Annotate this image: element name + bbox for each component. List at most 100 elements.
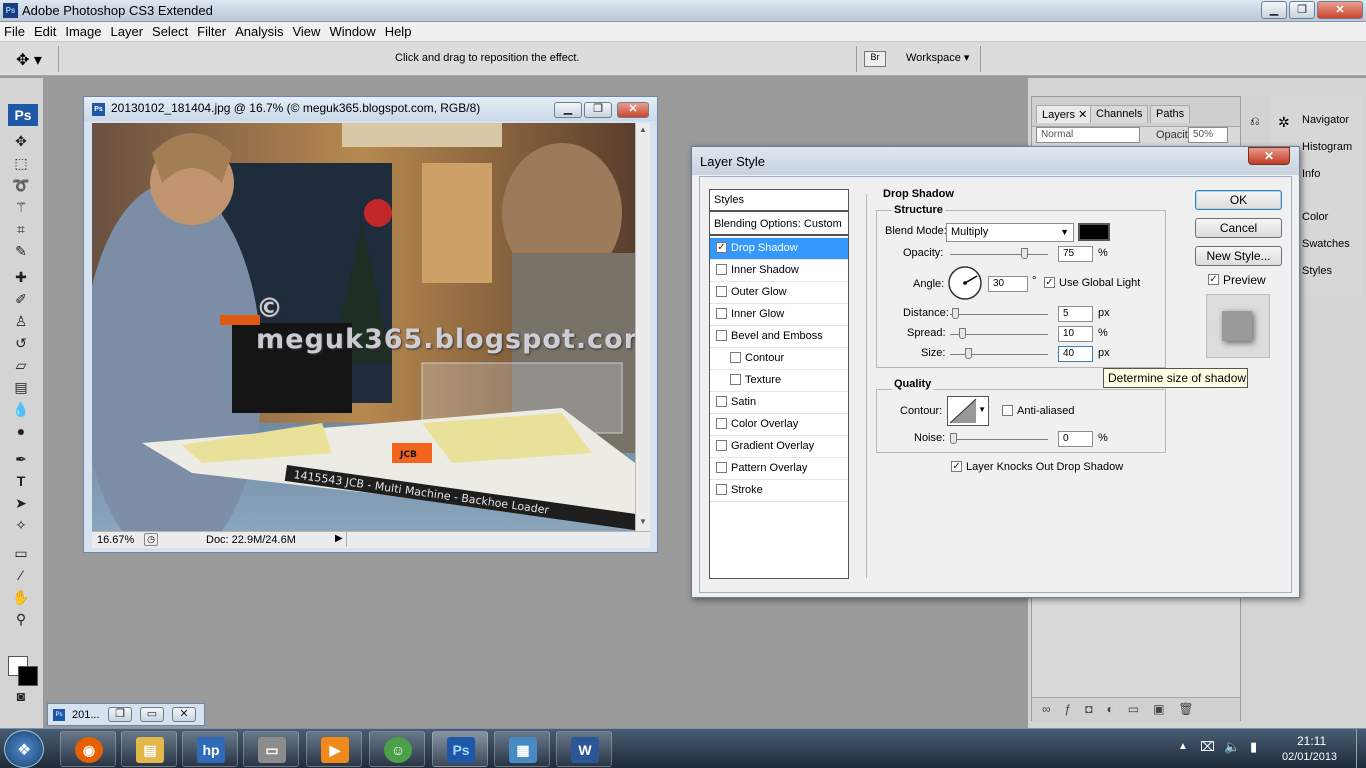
checkbox-empty-icon[interactable] [730, 351, 741, 363]
checkbox-empty-icon[interactable] [716, 439, 727, 451]
eyedropper-tool-icon[interactable]: ✎ [10, 241, 32, 261]
move-tool-preset-icon[interactable]: ✥ ▾ [16, 50, 42, 70]
start-button[interactable]: ❖ [4, 730, 44, 768]
use-global-light-checkbox[interactable]: ✓ Use Global Light [1044, 276, 1140, 289]
show-hidden-icons[interactable]: ▲ [1178, 741, 1188, 752]
foreground-color-swatch[interactable] [18, 666, 38, 686]
menu-layer[interactable]: Layer [107, 22, 148, 39]
blur-tool-icon[interactable]: 💧 [10, 399, 32, 419]
angle-field[interactable]: 30 [988, 276, 1028, 292]
panel-styles[interactable]: Styles [1302, 265, 1332, 277]
minimize-button[interactable]: ▁ [1261, 1, 1287, 19]
style-item-inner-shadow[interactable]: Inner Shadow [710, 260, 848, 282]
menu-window[interactable]: Window [325, 22, 379, 39]
opacity-field[interactable]: 75 [1058, 246, 1093, 262]
shape-tool-icon[interactable]: ✧ [10, 515, 32, 535]
move-tool-icon[interactable]: ✥ [10, 131, 32, 151]
style-item-texture[interactable]: Texture [710, 370, 848, 392]
layer-opacity-field[interactable]: 50% [1188, 127, 1228, 143]
blending-options[interactable]: Blending Options: Custom [710, 214, 848, 236]
quick-mask-icon[interactable]: ◙ [10, 686, 32, 706]
new-style-button[interactable]: New Style... [1195, 246, 1282, 266]
volume-icon[interactable]: 🔈 [1224, 739, 1240, 755]
menu-edit[interactable]: Edit [30, 22, 60, 39]
opacity-slider-knob[interactable] [1020, 248, 1028, 259]
menu-select[interactable]: Select [148, 22, 192, 39]
style-item-satin[interactable]: Satin [710, 392, 848, 414]
minimized-document[interactable]: Ps 201... ❐ ▭ ✕ [47, 703, 205, 726]
angle-dial[interactable] [947, 265, 983, 301]
zoom-tool-icon[interactable]: ⚲ [10, 609, 32, 629]
style-item-stroke[interactable]: Stroke [710, 480, 848, 502]
notes-tool-icon[interactable]: ▭ [10, 543, 32, 563]
taskbar-word[interactable]: W [556, 731, 612, 767]
panel-color[interactable]: Color [1302, 211, 1328, 223]
gradient-tool-icon[interactable]: ▤ [10, 377, 32, 397]
menu-filter[interactable]: Filter [193, 22, 230, 39]
knocks-out-checkbox[interactable]: ✓ Layer Knocks Out Drop Shadow [951, 460, 1123, 473]
brush-tool-icon[interactable]: ✐ [10, 289, 32, 309]
preview-checkbox[interactable]: ✓ Preview [1208, 273, 1266, 287]
noise-field[interactable]: 0 [1058, 431, 1093, 447]
cancel-button[interactable]: Cancel [1195, 218, 1282, 238]
checkbox-empty-icon[interactable] [716, 307, 727, 319]
tray-device-icon[interactable]: ⌧ [1200, 739, 1215, 755]
style-item-contour[interactable]: Contour [710, 348, 848, 370]
type-tool-icon[interactable]: T [10, 471, 32, 491]
contour-picker[interactable]: ▼ [947, 396, 989, 426]
checkbox-empty-icon[interactable] [716, 329, 727, 341]
taskbar-hp[interactable]: hp [182, 731, 238, 767]
menu-analysis[interactable]: Analysis [231, 22, 287, 39]
style-item-bevel-and-emboss[interactable]: Bevel and Emboss [710, 326, 848, 348]
checkbox-empty-icon[interactable] [716, 395, 727, 407]
checkbox-empty-icon[interactable] [716, 417, 727, 429]
magic-wand-icon[interactable]: ⚚ [10, 197, 32, 217]
layer-blend-mode-select[interactable]: Normal [1036, 127, 1140, 143]
distance-field[interactable]: 5 [1058, 306, 1093, 322]
distance-slider[interactable] [950, 314, 1048, 315]
ok-button[interactable]: OK [1195, 190, 1282, 210]
spread-field[interactable]: 10 [1058, 326, 1093, 342]
checkbox-empty-icon[interactable] [716, 483, 727, 495]
doc-minimize-button[interactable]: ▁ [554, 102, 582, 118]
panel-histogram[interactable]: Histogram [1302, 141, 1352, 153]
mini-close-button[interactable]: ✕ [172, 707, 196, 722]
menu-image[interactable]: Image [61, 22, 105, 39]
doc-close-button[interactable]: ✕ [617, 102, 649, 118]
layers-footer-icons[interactable]: ∞ƒ◘◐▭▣🗑 [1032, 697, 1240, 721]
style-item-inner-glow[interactable]: Inner Glow [710, 304, 848, 326]
check-icon[interactable]: ✓ [716, 241, 727, 253]
checkbox-empty-icon[interactable] [716, 263, 727, 275]
healing-brush-icon[interactable]: ✚ [10, 267, 32, 287]
menu-help[interactable]: Help [381, 22, 416, 39]
marquee-tool-icon[interactable]: ⬚ [10, 153, 32, 173]
eraser-tool-icon[interactable]: ▱ [10, 355, 32, 375]
history-brush-icon[interactable]: ↺ [10, 333, 32, 353]
lasso-tool-icon[interactable]: ➰ [10, 175, 32, 195]
history-panel-icon[interactable]: ⎌ [1250, 114, 1260, 129]
taskbar-app[interactable]: ▭ [243, 731, 299, 767]
checkbox-empty-icon[interactable] [716, 461, 727, 473]
dialog-close-button[interactable]: ✕ [1248, 147, 1290, 165]
distance-slider-knob[interactable] [951, 308, 959, 319]
menu-view[interactable]: View [288, 22, 324, 39]
taskbar-firefox[interactable]: ◉ [60, 731, 116, 767]
style-item-pattern-overlay[interactable]: Pattern Overlay [710, 458, 848, 480]
style-item-color-overlay[interactable]: Color Overlay [710, 414, 848, 436]
image-canvas[interactable]: JCB 1415543 JCB - Multi Machine - Backho… [92, 123, 635, 531]
clock-date[interactable]: 02/01/2013 [1282, 751, 1337, 763]
document-vertical-scrollbar[interactable]: ▲ ▼ [635, 123, 650, 531]
menu-file[interactable]: File [0, 22, 29, 39]
hand-tool-icon[interactable]: ✋ [10, 587, 32, 607]
shadow-color-swatch[interactable] [1078, 223, 1110, 241]
style-item-drop-shadow[interactable]: ✓ Drop Shadow [710, 238, 848, 260]
taskbar-messenger[interactable]: ☺ [369, 731, 425, 767]
tab-paths[interactable]: Paths [1150, 105, 1191, 123]
opacity-slider[interactable] [950, 254, 1048, 255]
crop-tool-icon[interactable]: ⌗ [10, 219, 32, 239]
anti-aliased-checkbox[interactable]: Anti-aliased [1002, 404, 1074, 417]
close-button[interactable]: ✕ [1317, 1, 1363, 19]
clone-stamp-icon[interactable]: ♙ [10, 311, 32, 331]
status-options-icon[interactable]: ◷ [144, 533, 158, 546]
dodge-tool-icon[interactable]: ● [10, 421, 32, 441]
